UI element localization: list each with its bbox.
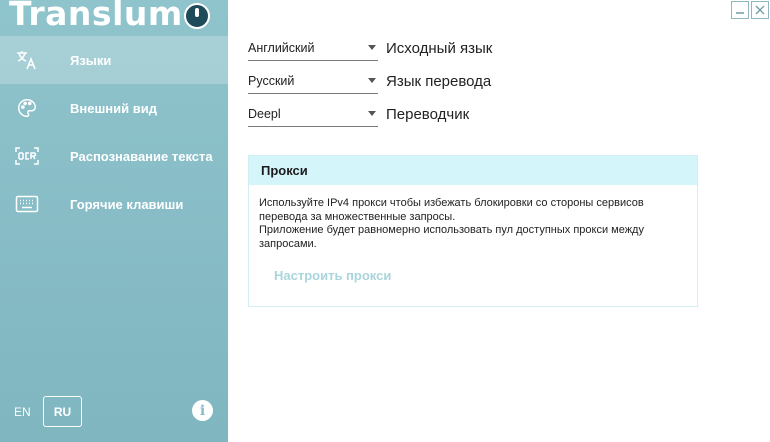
sidebar-item-label: Распознавание текста	[70, 148, 213, 164]
proxy-description: Используйте IPv4 прокси чтобы избежать б…	[249, 185, 697, 251]
source-language-row: Английский Исходный язык	[248, 35, 492, 61]
sidebar-item-languages[interactable]: Языки	[0, 36, 228, 84]
chevron-down-icon	[368, 78, 376, 83]
translate-icon	[14, 47, 40, 73]
minimize-icon	[736, 12, 744, 14]
translator-label: Переводчик	[386, 105, 470, 123]
window-controls	[731, 1, 769, 19]
sidebar-item-hotkeys[interactable]: Горячие клавиши	[0, 180, 228, 228]
logo-o-icon	[183, 3, 210, 29]
sidebar-nav: Языки Внешний вид Распознавание текста Г…	[0, 36, 228, 228]
target-language-value: Русский	[248, 73, 295, 88]
proxy-title: Прокси	[249, 156, 697, 185]
sidebar-item-appearance[interactable]: Внешний вид	[0, 84, 228, 132]
palette-icon	[14, 95, 40, 121]
close-button[interactable]	[751, 1, 769, 19]
source-language-label: Исходный язык	[386, 39, 493, 57]
minimize-button[interactable]	[731, 1, 749, 19]
lang-en-button[interactable]: EN	[14, 405, 43, 419]
sidebar-item-label: Внешний вид	[70, 100, 157, 116]
chevron-down-icon	[368, 111, 376, 116]
language-switch: EN RU	[14, 396, 82, 427]
translator-row: Deepl Переводчик	[248, 101, 469, 127]
close-icon	[755, 5, 765, 15]
sidebar: Translum Языки Внешний вид Распознавание…	[0, 0, 228, 442]
ocr-icon	[14, 143, 40, 169]
target-language-row: Русский Язык перевода	[248, 68, 491, 94]
keyboard-icon	[14, 191, 40, 217]
translator-value: Deepl	[248, 106, 281, 121]
sidebar-item-ocr[interactable]: Распознавание текста	[0, 132, 228, 180]
info-icon[interactable]: i	[192, 400, 213, 421]
proxy-description-line: Приложение будет равномерно использовать…	[259, 224, 644, 250]
chevron-down-icon	[368, 45, 376, 50]
lang-ru-button[interactable]: RU	[43, 396, 82, 427]
translator-select[interactable]: Deepl	[248, 101, 378, 127]
app-logo: Translum	[9, 0, 210, 34]
target-language-select[interactable]: Русский	[248, 68, 378, 94]
source-language-value: Английский	[248, 40, 315, 55]
source-language-select[interactable]: Английский	[248, 35, 378, 61]
proxy-card: Прокси Используйте IPv4 прокси чтобы изб…	[248, 155, 698, 307]
sidebar-item-label: Горячие клавиши	[70, 196, 184, 212]
target-language-label: Язык перевода	[386, 72, 492, 90]
sidebar-item-label: Языки	[70, 52, 112, 68]
proxy-description-line: Используйте IPv4 прокси чтобы избежать б…	[259, 197, 644, 223]
configure-proxy-button[interactable]: Настроить прокси	[274, 268, 391, 283]
app-title: Translum	[9, 0, 183, 33]
